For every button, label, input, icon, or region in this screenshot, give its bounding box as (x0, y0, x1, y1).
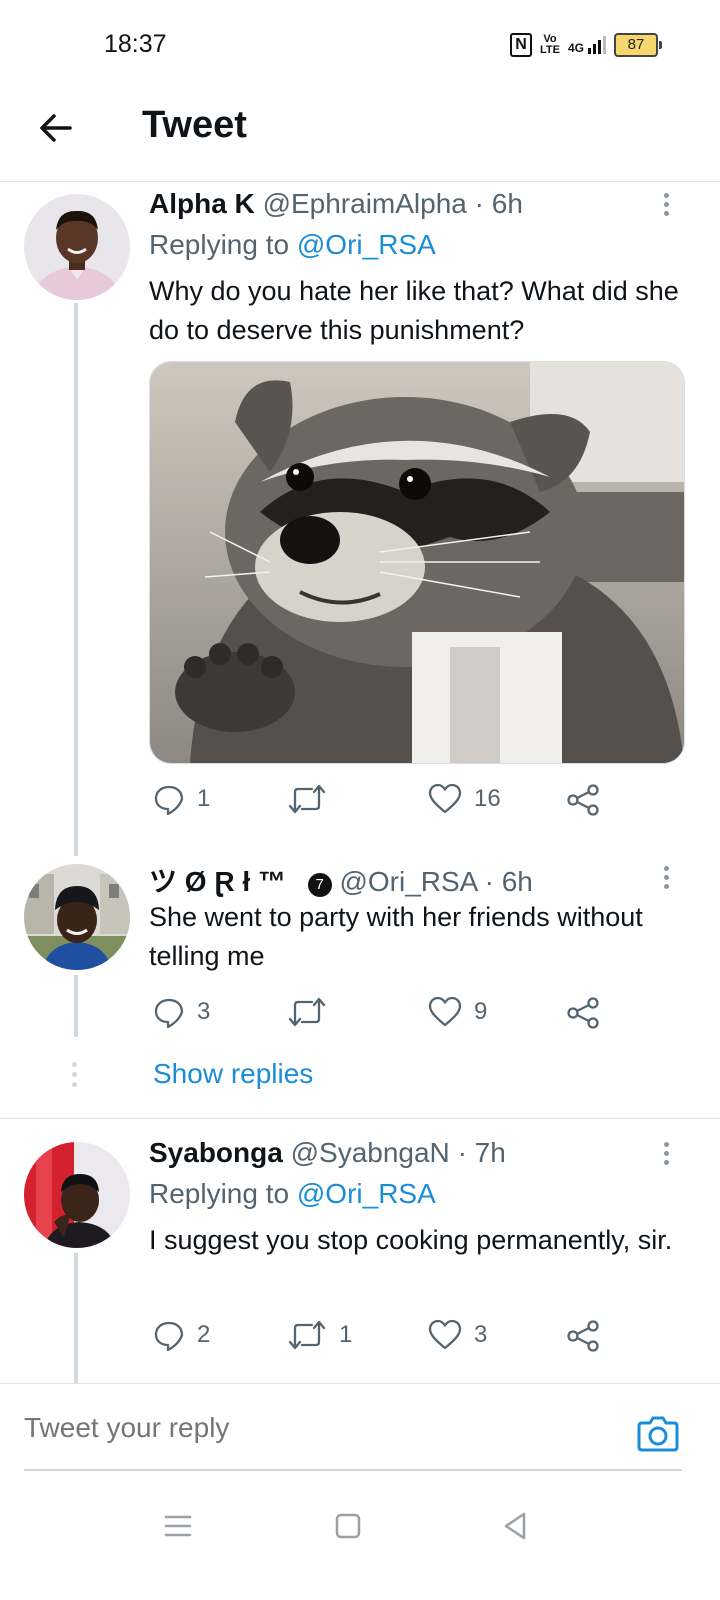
thread-line (74, 303, 78, 856)
avatar-image (24, 1142, 130, 1248)
tweet-header: Alpha K @EphraimAlpha · 6h (149, 188, 523, 220)
retweet-icon (288, 997, 326, 1027)
reply-button[interactable]: 1 (153, 783, 210, 815)
menu-nav-button[interactable] (160, 1508, 196, 1544)
comment-icon (154, 998, 184, 1028)
avatar-image (24, 194, 130, 300)
reply-button[interactable]: 2 (153, 1319, 210, 1351)
nfc-icon: N (510, 33, 533, 57)
author-name[interactable]: ツ Ø Ɽ ł ™ (149, 866, 286, 897)
tweet-text: Why do you hate her like that? What did … (149, 276, 679, 345)
comment-icon (154, 785, 184, 815)
reply-count: 2 (197, 1321, 211, 1348)
volte-bottom: LTE (540, 44, 560, 56)
share-icon (567, 997, 599, 1029)
arrow-left-icon (40, 114, 72, 142)
share-button[interactable] (566, 996, 600, 1030)
like-button[interactable]: 3 (428, 1319, 487, 1351)
tweet-media[interactable] (149, 361, 685, 764)
tweet-header: Syabonga @SyabngaN · 7h (149, 1137, 506, 1169)
share-button[interactable] (566, 783, 600, 817)
volte-icon: Vo LTE (540, 34, 560, 56)
replying-to: Replying to @Ori_RSA (149, 229, 436, 261)
thread-line (74, 975, 78, 1037)
signal-icon: 4G (568, 36, 606, 54)
replying-prefix: Replying to (149, 1178, 290, 1209)
camera-icon (637, 1416, 679, 1452)
author-name[interactable]: Syabonga (149, 1137, 283, 1168)
retweet-button[interactable]: 1 (287, 1319, 352, 1351)
battery-icon: 87 (614, 33, 662, 57)
header-divider (0, 181, 720, 182)
menu-icon (164, 1515, 192, 1537)
reply-count: 1 (197, 785, 211, 812)
avatar-image (24, 864, 130, 970)
heart-icon (428, 996, 462, 1027)
status-time: 18:37 (104, 30, 167, 58)
heart-icon (428, 1319, 462, 1350)
replying-to-link[interactable]: @Ori_RSA (297, 229, 436, 260)
author-handle[interactable]: @Ori_RSA (339, 866, 476, 897)
avatar[interactable] (24, 864, 130, 970)
tweet-time: · 6h (484, 866, 533, 897)
reply-count: 3 (197, 998, 211, 1025)
replying-prefix: Replying to (149, 229, 290, 260)
retweet-button[interactable] (287, 783, 339, 815)
share-icon (567, 1320, 599, 1352)
camera-button[interactable] (636, 1411, 680, 1455)
replying-to: Replying to @Ori_RSA (149, 1178, 436, 1210)
like-button[interactable]: 16 (428, 783, 501, 815)
reply-input[interactable] (24, 1412, 584, 1444)
retweet-count: 1 (339, 1321, 353, 1348)
verified-badge: 7 (307, 873, 332, 897)
author-handle[interactable]: @EphraimAlpha (263, 188, 467, 219)
like-count: 3 (474, 1321, 488, 1348)
avatar[interactable] (24, 1142, 130, 1248)
tweet-time: · 7h (457, 1137, 506, 1168)
like-count: 9 (474, 998, 488, 1025)
back-nav-button[interactable] (498, 1508, 534, 1544)
page-title: Tweet (142, 104, 247, 146)
reply-button[interactable]: 3 (153, 996, 210, 1028)
share-button[interactable] (566, 1319, 600, 1353)
thread-line (74, 1253, 78, 1383)
home-square-icon (335, 1513, 361, 1539)
comment-icon (154, 1321, 184, 1351)
reply-input-underline (24, 1469, 682, 1471)
triangle-back-icon (504, 1512, 526, 1540)
heart-icon (428, 783, 462, 814)
retweet-icon (288, 1320, 326, 1350)
replying-to-link[interactable]: @Ori_RSA (297, 1178, 436, 1209)
tweet-time: · 6h (474, 188, 523, 219)
like-count: 16 (474, 785, 501, 812)
more-replies-dots (72, 1062, 78, 1092)
show-replies-link[interactable]: Show replies (153, 1058, 313, 1090)
share-icon (567, 784, 599, 816)
tweet-text: She went to party with her friends witho… (149, 902, 643, 971)
reply-bar-divider (0, 1383, 720, 1384)
author-handle[interactable]: @SyabngaN (291, 1137, 450, 1168)
back-button[interactable] (36, 108, 76, 148)
raccoon-photo (150, 362, 684, 763)
like-button[interactable]: 9 (428, 996, 487, 1028)
author-name[interactable]: Alpha K (149, 188, 255, 219)
retweet-button[interactable] (287, 996, 339, 1028)
more-options-button[interactable] (664, 193, 674, 220)
retweet-icon (288, 784, 326, 814)
section-divider (0, 1118, 720, 1119)
tweet-text: I suggest you stop cooking permanently, … (149, 1225, 673, 1255)
avatar[interactable] (24, 194, 130, 300)
more-options-button[interactable] (664, 866, 674, 893)
home-nav-button[interactable] (330, 1508, 366, 1544)
network-type: 4G (567, 41, 584, 55)
tweet-header: ツ Ø Ɽ ł ™ 7 @Ori_RSA · 6h (149, 860, 533, 900)
more-options-button[interactable] (664, 1142, 674, 1169)
status-icons: N Vo LTE 4G 87 (510, 33, 662, 57)
